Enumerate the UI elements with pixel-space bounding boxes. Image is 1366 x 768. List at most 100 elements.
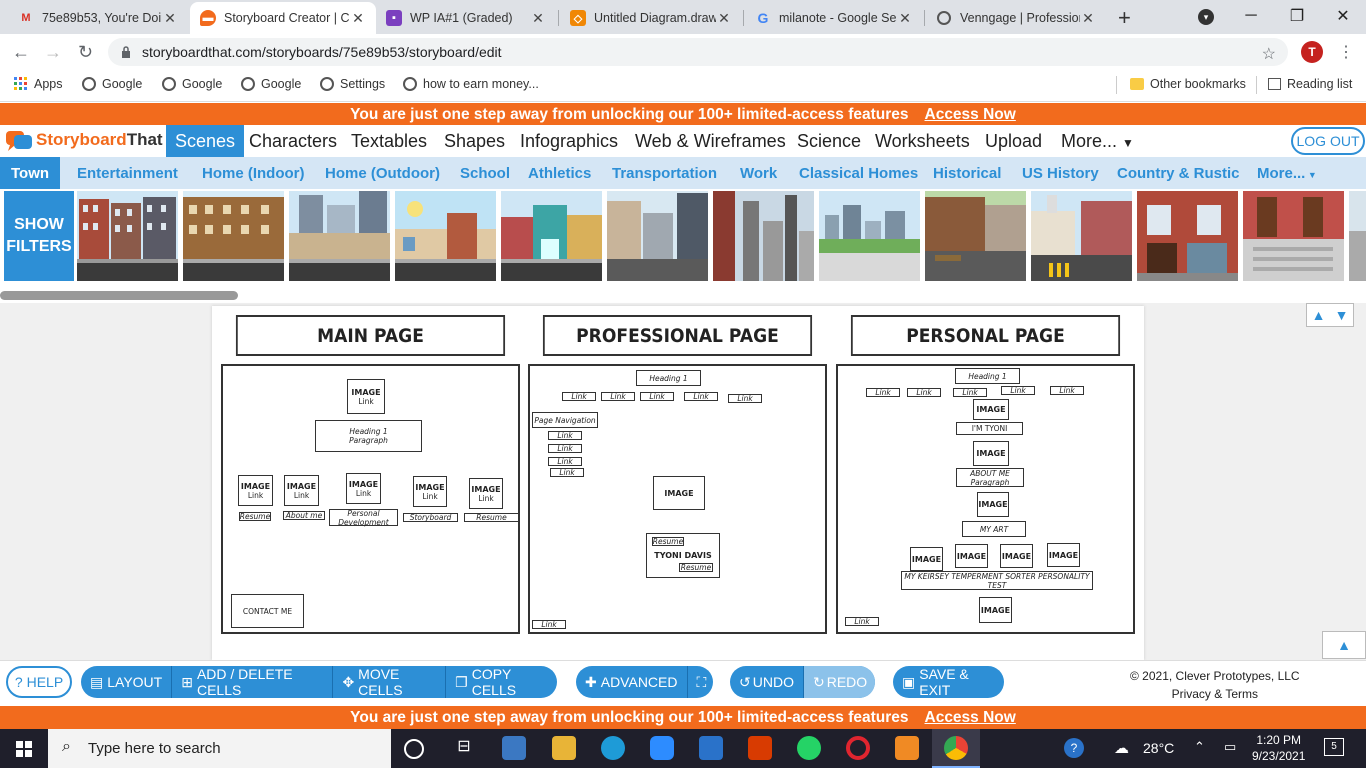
url-field[interactable]: storyboardthat.com/storyboards/75e89b53/… [108,38,1288,66]
scene-thumbnail[interactable] [77,191,178,281]
help-button[interactable]: ? HELP [6,666,72,698]
wireframe-link[interactable]: Link [866,388,900,397]
wireframe-image[interactable]: IMAGE Link [238,475,273,506]
scene-thumbnail[interactable] [289,191,390,281]
scene-thumbnail[interactable] [607,191,708,281]
wireframe-page-navigation[interactable]: Page Navigation [532,412,598,428]
windows-start-icon[interactable] [16,741,32,757]
category-historical[interactable]: Historical [933,157,1001,189]
scene-thumbnail[interactable] [713,191,814,281]
zoom-icon[interactable] [650,736,674,760]
bookmark-star-icon[interactable]: ☆ [1262,44,1276,64]
horizontal-scrollbar[interactable] [0,291,238,300]
access-now-link[interactable]: Access Now [925,709,1016,727]
browser-menu-icon[interactable]: ⋮ [1338,42,1354,62]
chrome-taskbar-active[interactable] [932,729,980,768]
wireframe-image[interactable]: IMAGE [1000,544,1033,568]
category-us-history[interactable]: US History [1022,157,1099,189]
opera-icon[interactable] [846,736,870,760]
category-home-outdoor[interactable]: Home (Outdoor) [325,157,440,189]
bookmark-google-2[interactable]: Google [162,77,222,91]
wireframe-heading[interactable]: Heading 1 [955,368,1020,384]
wireframe-image[interactable]: IMAGE [977,492,1009,517]
scene-thumbnail[interactable] [925,191,1026,281]
cell-header-main[interactable]: MAIN PAGE [235,315,506,356]
wireframe-keirsey-test[interactable]: MY KEIRSEY TEMPERMENT SORTER PERSONALITY… [901,571,1093,590]
browser-tab-classroom[interactable]: ▪ WP IA#1 (Graded) ✕ [376,2,556,34]
wireframe-link[interactable]: Link [907,388,941,397]
close-tab-icon[interactable]: ✕ [162,10,178,27]
wireframe-image[interactable]: IMAGE [955,544,988,568]
wireframe-image[interactable]: IMAGE [653,476,705,510]
show-filters-button[interactable]: SHOW FILTERS [4,191,74,281]
file-explorer-icon[interactable] [552,736,576,760]
minimize-icon[interactable]: ─ [1228,0,1274,32]
wireframe-image[interactable]: IMAGE [979,597,1012,623]
bookmark-earn-money[interactable]: how to earn money... [403,77,539,91]
redo-button[interactable]: ↻ REDO [803,666,875,698]
scene-thumbnail[interactable] [501,191,602,281]
bookmark-apps[interactable]: Apps [14,77,63,91]
close-tab-icon[interactable]: ✕ [530,10,546,27]
privacy-terms-link[interactable]: Privacy & Terms [1130,685,1300,703]
browser-tab-drawio[interactable]: ◇ Untitled Diagram.draw ✕ [560,2,742,34]
wireframe-link[interactable]: Link [728,394,762,403]
weather-text[interactable]: 28°C [1143,740,1174,756]
wireframe-caption[interactable]: Storyboard [403,513,458,522]
sublime-icon[interactable] [895,736,919,760]
wireframe-image[interactable]: IMAGE Link [284,475,319,506]
scene-thumbnail[interactable] [183,191,284,281]
tray-chevron-icon[interactable]: ⌃ [1194,739,1205,755]
scene-thumbnail[interactable] [819,191,920,281]
wireframe-image[interactable]: IMAGE [973,399,1009,420]
wireframe-image[interactable]: IMAGE Link [469,478,503,509]
other-bookmarks[interactable]: Other bookmarks [1130,77,1246,91]
wireframe-link[interactable]: Link [548,431,582,440]
restore-icon[interactable]: ❐ [1274,0,1320,32]
storyboardthat-logo[interactable]: Storyboard That [6,129,163,151]
move-cells-button[interactable]: ✥ MOVE CELLS [333,666,447,698]
cortana-icon[interactable] [404,739,424,759]
logout-button[interactable]: LOG OUT [1291,127,1365,155]
wireframe-link[interactable]: Link [548,444,582,453]
category-transportation[interactable]: Transportation [612,157,717,189]
wireframe-link[interactable]: Link [640,392,674,401]
wireframe-resume-link[interactable]: Resume [679,563,713,572]
wireframe-link[interactable]: Link [550,468,584,477]
category-country-rustic[interactable]: Country & Rustic [1117,157,1240,189]
wireframe-im-tyoni[interactable]: I'M TYONI [956,422,1023,435]
browser-tab-gmail[interactable]: M 75e89b53, You're Doin ✕ [8,2,188,34]
cell-main-page[interactable]: IMAGE Link Heading 1 Paragraph IMAGE Link R… [221,364,520,634]
scene-thumbnail[interactable] [1349,191,1366,281]
browser-tab-google[interactable]: G milanote - Google Sea ✕ [745,2,923,34]
category-classical-homes[interactable]: Classical Homes [799,157,918,189]
add-delete-cells-button[interactable]: ⊞ ADD / DELETE CELLS [172,666,334,698]
advanced-button[interactable]: ✚ ADVANCED [576,666,688,698]
wireframe-caption[interactable]: Resume [239,512,271,521]
scroll-up-button[interactable]: ▲ [1322,631,1366,659]
notifications-icon[interactable]: 5 [1324,738,1344,756]
tab-characters[interactable]: Characters [240,125,346,157]
edge-icon[interactable] [601,736,625,760]
scene-thumbnail[interactable] [1243,191,1344,281]
cell-header-professional[interactable]: PROFESSIONAL PAGE [542,315,813,356]
tab-shapes[interactable]: Shapes [435,125,514,157]
tab-search-icon[interactable]: ▾ [1198,9,1214,25]
undo-button[interactable]: ↺ UNDO [730,666,804,698]
category-work[interactable]: Work [740,157,777,189]
reload-icon[interactable]: ↻ [78,42,93,63]
wireframe-heading-paragraph[interactable]: Heading 1 Paragraph [315,420,422,452]
fullscreen-button[interactable]: ⛶ [688,666,714,698]
close-window-icon[interactable]: ✕ [1320,0,1366,32]
wireframe-about-me[interactable]: ABOUT ME Paragraph [956,468,1024,487]
forward-arrow-icon[interactable]: → [44,42,62,63]
wireframe-contact-box[interactable]: CONTACT ME [231,594,304,628]
wireframe-link[interactable]: Link [1001,386,1035,395]
wireframe-link[interactable]: Link [953,388,987,397]
help-tray-icon[interactable]: ? [1064,738,1084,758]
category-home-indoor[interactable]: Home (Indoor) [202,157,305,189]
wireframe-resume-link[interactable]: Resume [652,537,684,546]
tab-upload[interactable]: Upload [976,125,1051,157]
close-tab-icon[interactable]: ✕ [1080,10,1096,27]
weather-icon[interactable]: ☁ [1114,739,1129,757]
